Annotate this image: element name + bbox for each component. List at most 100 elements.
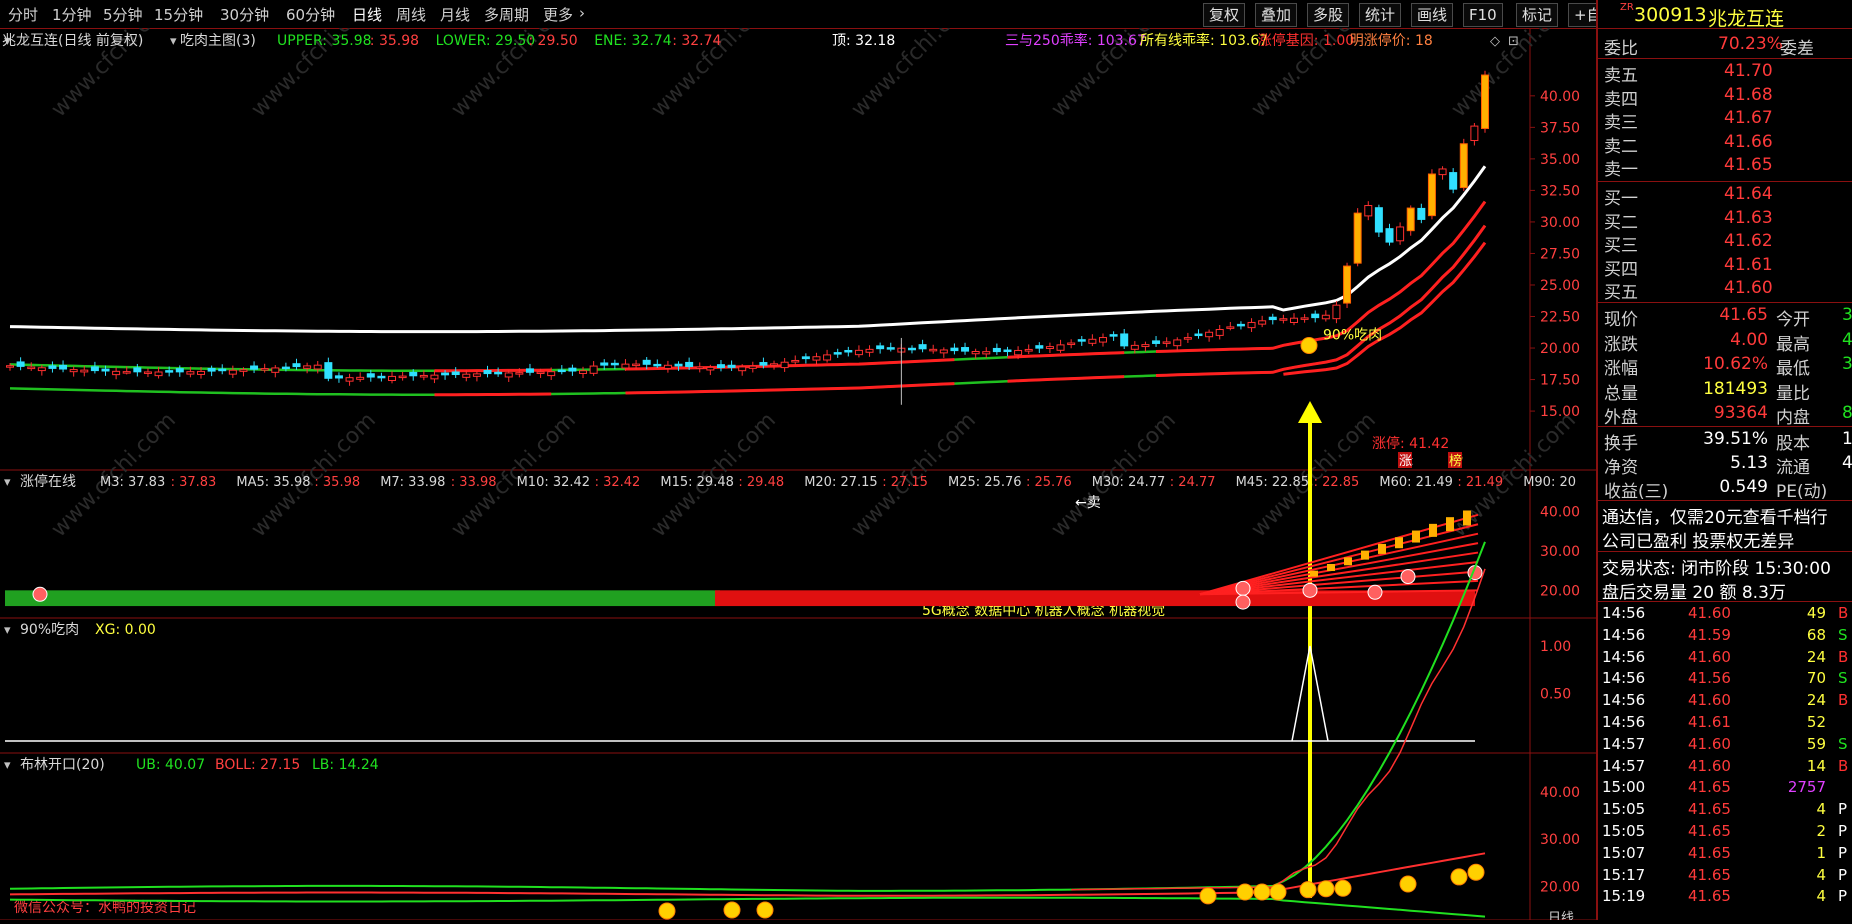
period-tab-6[interactable]: 日线 <box>352 4 382 25</box>
toolbar-button-1[interactable]: 叠加 <box>1255 3 1298 27</box>
market-prefix: ZR <box>1620 2 1634 13</box>
stat-value-2: 3 <box>1842 305 1852 325</box>
candle-body <box>918 344 927 350</box>
candle-body <box>1130 344 1139 350</box>
candle-body <box>950 347 959 352</box>
candle-body <box>1226 326 1235 329</box>
ma-label: MA5: 35.98 <box>236 475 310 490</box>
candle-body <box>1215 329 1224 336</box>
bid-row: 买二 41.63 <box>1598 208 1852 233</box>
candle-body <box>154 371 163 377</box>
ad-row[interactable]: 通达信，仅需20元查看千档行 <box>1598 503 1852 528</box>
candle-body <box>292 363 301 368</box>
volume-band-green <box>5 590 720 607</box>
period-tab-0[interactable]: 分时 <box>8 4 38 25</box>
period-tab-10[interactable]: 更多 <box>543 4 573 25</box>
y-tick-label: 32.50 <box>1540 183 1580 199</box>
candle-body <box>1268 316 1277 321</box>
candle-body <box>536 371 545 374</box>
stat-value: 93364 <box>1713 403 1768 423</box>
toolbar-button-0[interactable]: 复权 <box>1203 3 1246 27</box>
period-tab-4[interactable]: 30分钟 <box>220 4 269 25</box>
stock-name: 兆龙互连 <box>1708 8 1785 30</box>
tick-side: P <box>1838 865 1848 884</box>
bid-label: 买四 <box>1604 259 1638 280</box>
candle-body <box>1417 207 1426 220</box>
tick-side: B <box>1838 756 1849 775</box>
ad-row[interactable]: 公司已盈利 投票权无差异 <box>1598 527 1852 552</box>
ask-price: 41.68 <box>1724 84 1773 105</box>
candle-body <box>1014 349 1023 356</box>
candle-body <box>1289 317 1298 324</box>
candle-body <box>971 351 980 355</box>
candle-body <box>69 369 78 373</box>
candle-body <box>377 375 386 379</box>
stock-code: 300913 <box>1634 4 1707 26</box>
candle-body <box>1321 314 1330 320</box>
period-tab-3[interactable]: 15分钟 <box>154 4 203 25</box>
tick-row: 14:56 41.61 52 <box>1598 713 1852 737</box>
stat-label-2: 量比 <box>1776 383 1810 404</box>
period-tab-1[interactable]: 1分钟 <box>52 4 92 25</box>
candle-body <box>388 375 397 381</box>
lb-label: LB: 14.24 <box>312 757 379 773</box>
candle-body <box>823 354 832 361</box>
weibi-value: 70.23% <box>1718 34 1783 54</box>
period-tab-9[interactable]: 多周期 <box>484 4 529 25</box>
candle-body <box>663 364 672 369</box>
y-tick-label: 17.50 <box>1540 373 1580 389</box>
tick-volume: 4 <box>1816 865 1826 884</box>
stock-title: 兆龙互连(日线 前复权) <box>2 32 143 49</box>
y-tick-label: 27.50 <box>1540 246 1580 262</box>
smiley-icon <box>1450 868 1468 886</box>
candle-body <box>557 369 566 373</box>
candle-body <box>642 359 651 365</box>
candle-body <box>759 362 768 366</box>
right-indicator-label: 明涨停价: 18 <box>1350 32 1433 49</box>
upper-band-line <box>9 165 1487 334</box>
kline-chart-svg[interactable]: www.cfchi.com www.cfchi.com www.cfchi.com w… <box>0 0 1596 924</box>
period-tab-7[interactable]: 周线 <box>396 4 426 25</box>
smiley-icon <box>1399 875 1417 893</box>
red-ball-marker <box>1367 584 1383 600</box>
smiley-icon <box>658 902 676 920</box>
candle-body <box>621 363 630 369</box>
ma-value: : 25.76 <box>1026 475 1072 490</box>
candle-body <box>48 365 57 369</box>
ad-text-1[interactable]: 通达信，仅需20元查看千档行 <box>1602 503 1828 528</box>
candle-body <box>313 364 322 370</box>
candle-body <box>419 374 428 378</box>
ad-text-2[interactable]: 公司已盈利 投票权无差异 <box>1602 527 1794 552</box>
tick-volume: 2757 <box>1787 778 1826 797</box>
ask-row: 卖五 41.70 <box>1598 61 1852 86</box>
tick-row: 14:56 41.59 68 S <box>1598 626 1852 650</box>
indicator-value: : 35.98 <box>370 33 419 49</box>
stat-value: 10.62% <box>1703 354 1768 374</box>
chevron-right-icon[interactable]: › <box>579 4 585 22</box>
ask-row: 卖一 41.65 <box>1598 155 1852 180</box>
candle-body <box>260 368 269 371</box>
smiley-icon <box>723 901 741 919</box>
chart-area[interactable]: www.cfchi.com www.cfchi.com www.cfchi.com w… <box>0 0 1596 924</box>
toolbar-button-3[interactable]: 统计 <box>1359 3 1402 27</box>
candle-body <box>685 361 694 368</box>
candle-body <box>112 370 121 376</box>
boll-lower-line <box>9 896 1486 918</box>
period-tab-8[interactable]: 月线 <box>440 4 470 25</box>
toolbar-button-6[interactable]: 标记 <box>1516 3 1559 27</box>
tick-volume: 59 <box>1806 734 1826 753</box>
toolbar-button-5[interactable]: F10 <box>1463 3 1503 27</box>
candle-body <box>982 351 991 355</box>
ask-price: 41.67 <box>1724 108 1773 128</box>
toolbar-button-2[interactable]: 多股 <box>1307 3 1350 27</box>
right-indicator-label: 所有线乖率: 103.67 <box>1140 32 1268 49</box>
candle-body <box>80 369 89 373</box>
candle-body <box>674 363 683 367</box>
period-tab-5[interactable]: 60分钟 <box>286 4 335 25</box>
candle-body <box>441 372 450 376</box>
tag-bang-text: 榜 <box>1449 453 1462 469</box>
period-tab-2[interactable]: 5分钟 <box>103 4 143 25</box>
bid-row: 买五 41.60 <box>1598 278 1852 303</box>
toolbar-button-4[interactable]: 画线 <box>1411 3 1454 27</box>
tick-row: 14:56 41.60 24 B <box>1598 648 1852 672</box>
